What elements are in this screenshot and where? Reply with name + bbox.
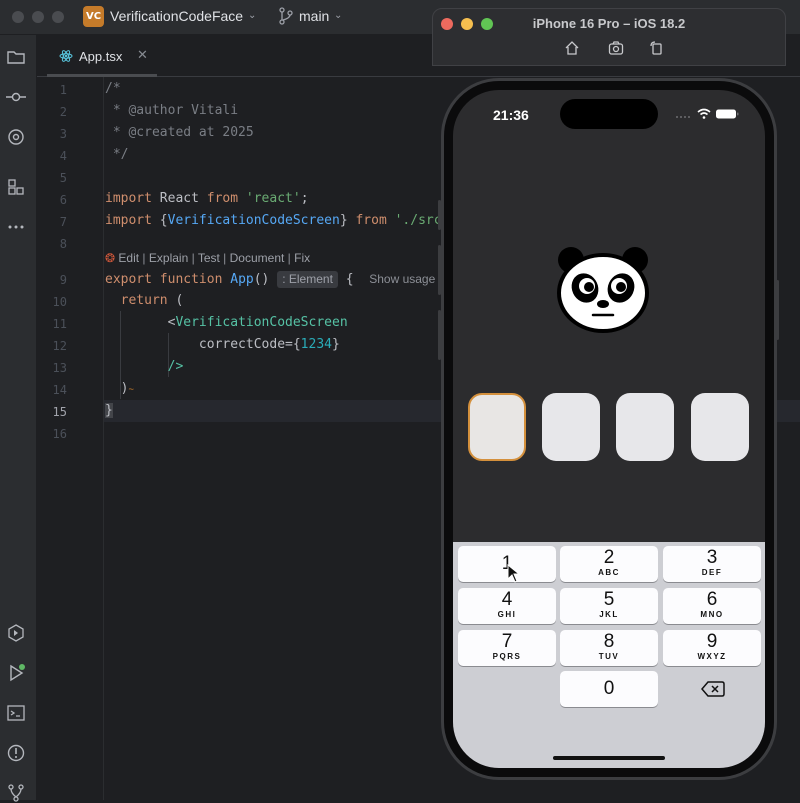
screenshot-icon[interactable] <box>608 40 624 56</box>
ai-lens-icon: ❂ <box>105 251 116 265</box>
line-number: 9 <box>59 273 67 287</box>
show-usages-link[interactable]: Show usage <box>369 272 435 286</box>
run-icon[interactable] <box>6 663 26 683</box>
minimize-window-button[interactable] <box>32 11 44 23</box>
code-line-3: * @created at 2025 <box>105 125 254 140</box>
line-number: 15 <box>52 405 67 419</box>
close-window-button[interactable] <box>12 11 24 23</box>
line-number: 12 <box>52 339 67 353</box>
code-line-10: return ( <box>120 293 184 308</box>
code-line-4: */ <box>105 147 129 162</box>
status-icons <box>676 108 739 119</box>
line-number: 11 <box>52 317 67 331</box>
phone-screen: 21:36 1 2 ABC 3 DEF 4 GHI 5 JKL 6 MNO 7 … <box>453 90 765 768</box>
home-indicator[interactable] <box>553 756 665 760</box>
version-control-icon[interactable] <box>6 783 26 803</box>
key-5[interactable]: 5 JKL <box>560 588 658 624</box>
panda-face-icon <box>557 247 649 333</box>
battery-icon <box>716 109 739 119</box>
line-number: 3 <box>59 127 67 141</box>
line-number: 13 <box>52 361 67 375</box>
code-line-11: <VerificationCodeScreen <box>167 315 348 330</box>
tab-label: App.tsx <box>79 49 123 64</box>
key-2[interactable]: 2 ABC <box>560 546 658 582</box>
code-line-9: export function App() : Element { Show u… <box>105 271 436 288</box>
line-number: 7 <box>59 215 67 229</box>
line-number: 8 <box>59 237 67 251</box>
line-number: 14 <box>52 383 67 397</box>
home-icon[interactable] <box>564 40 580 56</box>
lens-test[interactable]: Test <box>198 251 220 265</box>
line-number: 10 <box>52 295 67 309</box>
tab-app-tsx[interactable]: App.tsx ✕ <box>47 35 184 77</box>
code-line-6: import React from 'react'; <box>105 191 309 206</box>
rotate-icon[interactable] <box>648 40 664 56</box>
type-hint: : Element <box>277 271 338 288</box>
key-8[interactable]: 8 TUV <box>560 630 658 666</box>
code-line-2: * @author Vitali <box>105 103 239 118</box>
lens-explain[interactable]: Explain <box>149 251 188 265</box>
wifi-icon <box>697 108 711 119</box>
line-number-gutter: 1 2 3 4 5 6 7 8 9 10 11 12 13 14 15 16 <box>37 77 104 800</box>
ai-assistant-icon[interactable] <box>6 127 26 147</box>
code-line-15: } <box>105 403 113 418</box>
services-icon[interactable] <box>6 623 26 643</box>
structure-icon[interactable] <box>6 177 26 197</box>
project-badge[interactable]: VC <box>83 6 104 27</box>
line-number: 2 <box>59 105 67 119</box>
code-digit-box-2[interactable] <box>542 393 600 461</box>
simulator-window-titlebar: iPhone 16 Pro – iOS 18.2 <box>432 8 786 66</box>
project-name[interactable]: VerificationCodeFace <box>110 8 243 24</box>
key-3[interactable]: 3 DEF <box>663 546 761 582</box>
key-7[interactable]: 7 PQRS <box>458 630 556 666</box>
more-icon[interactable] <box>6 217 26 237</box>
lens-edit[interactable]: Edit <box>118 251 139 265</box>
lens-fix[interactable]: Fix <box>294 251 310 265</box>
code-line-14: )~ <box>120 381 134 396</box>
mouse-pointer-icon <box>507 564 521 583</box>
volume-down-button <box>438 310 441 360</box>
git-branch-icon <box>279 7 293 25</box>
code-digit-box-3[interactable] <box>616 393 674 461</box>
line-number: 5 <box>59 171 67 185</box>
simulator-title: iPhone 16 Pro – iOS 18.2 <box>532 16 686 31</box>
key-9[interactable]: 9 WXYZ <box>663 630 761 666</box>
lens-document[interactable]: Document <box>230 251 285 265</box>
code-digit-box-4[interactable] <box>691 393 749 461</box>
zoom-window-button[interactable] <box>52 11 64 23</box>
line-number: 6 <box>59 193 67 207</box>
folder-icon[interactable] <box>6 47 26 67</box>
volume-up-button <box>438 245 441 295</box>
problems-icon[interactable] <box>6 743 26 763</box>
tool-window-rail <box>0 35 37 803</box>
signal-icon <box>676 116 690 118</box>
line-number: 1 <box>59 83 67 97</box>
code-line-12: correctCode={1234} <box>198 337 340 352</box>
line-number: 4 <box>59 149 67 163</box>
status-time: 21:36 <box>493 107 529 123</box>
terminal-icon[interactable] <box>6 703 26 723</box>
key-6[interactable]: 6 MNO <box>663 588 761 624</box>
ai-code-lens: ❂ Edit | Explain | Test | Document | Fix <box>105 251 311 265</box>
dynamic-island <box>560 99 658 129</box>
chevron-down-icon[interactable]: ⌄ <box>248 10 256 21</box>
delete-backspace-icon[interactable] <box>701 680 725 698</box>
side-button <box>776 280 779 340</box>
numeric-keypad: 1 2 ABC 3 DEF 4 GHI 5 JKL 6 MNO 7 PQRS 8 TUV 9W… <box>453 542 765 768</box>
code-line-13: /> <box>167 359 184 374</box>
close-tab-icon[interactable]: ✕ <box>137 47 148 63</box>
code-line-1: /* <box>105 81 121 96</box>
commit-icon[interactable] <box>6 87 26 107</box>
key-0[interactable]: 0 <box>560 671 658 707</box>
branch-name[interactable]: main <box>299 8 329 24</box>
line-number: 16 <box>52 427 67 441</box>
code-line-7: import {VerificationCodeScreen} from './… <box>105 213 442 228</box>
code-digit-box-1[interactable] <box>468 393 526 461</box>
action-button <box>438 200 441 230</box>
chevron-down-icon[interactable]: ⌄ <box>334 10 342 21</box>
react-file-icon <box>59 50 73 62</box>
key-4[interactable]: 4 GHI <box>458 588 556 624</box>
